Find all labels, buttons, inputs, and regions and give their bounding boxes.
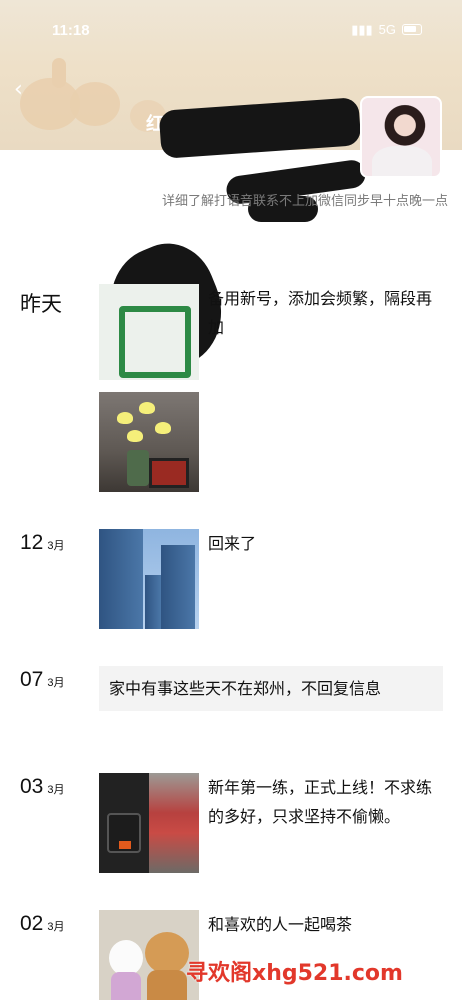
date-day: 07 [20,668,44,691]
date-month: 3月 [47,921,65,933]
flower-shape [155,422,171,434]
status-bar: 11:18 ▮▮▮ 5G [0,20,462,50]
signal-icon: ▮▮▮ [351,22,373,37]
entry-date: 02 3月 [20,912,64,936]
date-day: 03 [20,775,44,798]
date-month: 3月 [47,540,65,552]
building-shape [145,575,161,629]
post-caption: 新年第一练，正式上线！不求练的多好，只求坚持不偷懒。 [208,778,433,826]
bear-doll [145,932,189,974]
watermark: 寻欢阁xhg521.com [186,961,403,986]
flower-shape [139,402,155,414]
post-caption: 回来了 [208,534,257,553]
treadmill-screen [107,813,141,853]
post-photo[interactable] [99,529,199,629]
bunny-ear [52,58,66,88]
flower-shape [117,412,133,424]
entry-date: 03 3月 [20,775,64,799]
date-month: 3月 [47,677,65,689]
date-day: 12 [20,531,44,554]
entry-date: 12 3月 [20,531,64,555]
network-label: 5G [378,22,396,37]
status-icons: ▮▮▮ 5G [351,22,422,38]
flower-shape [127,430,143,442]
back-arrow-icon[interactable]: ‹ [14,78,38,102]
post-caption: 和喜欢的人一起喝茶 [208,915,353,934]
entry-date: 昨天 [20,288,62,318]
date-month: 3月 [47,784,65,796]
kitty-doll-body [111,972,141,1000]
status-time: 11:18 [52,22,90,39]
post-caption: 备用新号，添加会频繁，隔段再加 [208,289,433,337]
photo-right-half [149,773,199,873]
kitty-doll [109,940,143,976]
building-shape [161,545,195,629]
vase-shape [127,450,149,486]
entry-date: 07 3月 [20,668,64,692]
bunny-decoration [70,82,120,126]
post-photo[interactable] [99,392,199,492]
date-day: 02 [20,912,44,935]
avatar[interactable] [360,96,442,178]
frame-shape [149,458,189,488]
bear-doll-body [147,970,187,1000]
battery-icon [402,24,422,35]
post-photo[interactable] [99,284,199,380]
date-day: 昨天 [20,293,62,316]
post-photo[interactable] [99,773,199,873]
text-post-card[interactable]: 家中有事这些天不在郑州，不回复信息 [99,666,443,711]
building-shape [99,529,143,629]
post-photo[interactable] [99,910,199,1000]
profile-signature: 详细了解打语音联系不上加微信同步早十点晚一点 [161,194,448,209]
